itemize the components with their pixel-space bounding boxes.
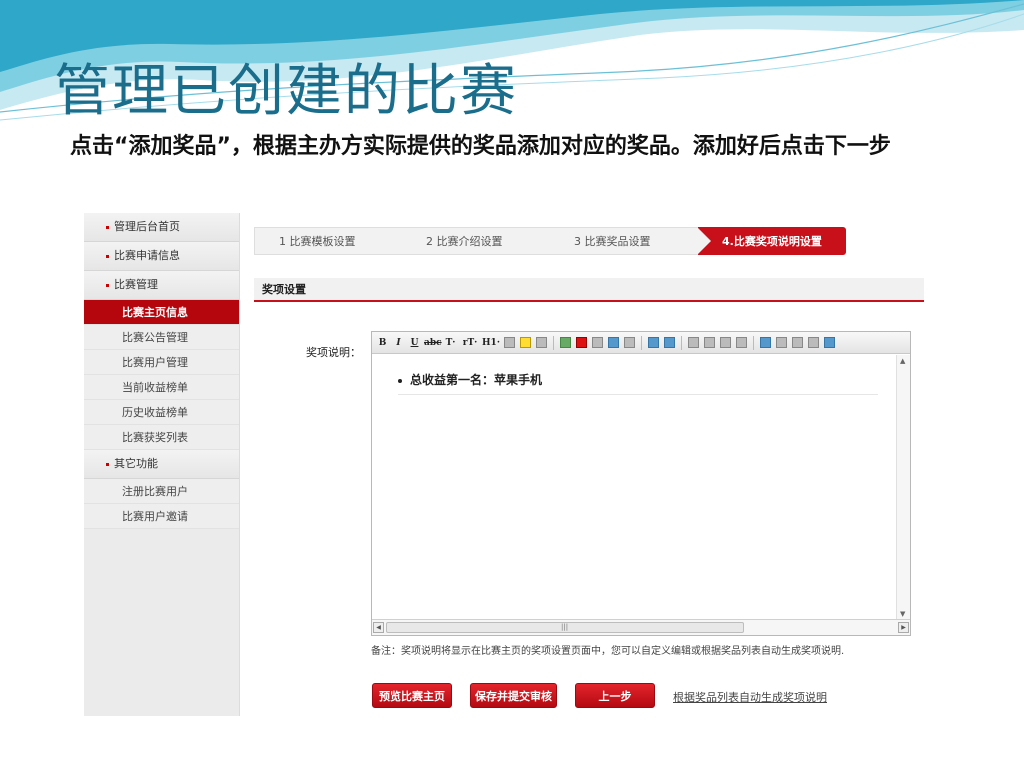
sidebar-item-user-management[interactable]: 比赛用户管理	[84, 350, 239, 375]
cut-icon[interactable]	[760, 337, 771, 348]
unlink-icon[interactable]	[608, 337, 619, 348]
sidebar-item-history-ranking[interactable]: 历史收益榜单	[84, 400, 239, 425]
flash-icon[interactable]	[576, 337, 587, 348]
horizontal-rule-icon[interactable]	[624, 337, 635, 348]
sidebar-item-other-functions[interactable]: 其它功能	[84, 450, 239, 479]
scrollbar-thumb[interactable]: |||	[386, 622, 744, 633]
redo-icon[interactable]	[664, 337, 675, 348]
link-icon[interactable]	[592, 337, 603, 348]
clear-format-icon[interactable]	[536, 337, 547, 348]
sidebar-item-application-info[interactable]: 比赛申请信息	[84, 242, 239, 271]
step-intro-settings[interactable]: 2 比赛介绍设置	[402, 227, 563, 255]
scroll-left-icon[interactable]: ◀	[373, 622, 384, 633]
font-family-icon[interactable]: T·	[443, 336, 458, 350]
editor-toolbar: B I U abc T· rT· H1·	[372, 332, 910, 354]
sidebar-item-announcements[interactable]: 比赛公告管理	[84, 325, 239, 350]
toolbar-divider	[753, 335, 754, 350]
step-template-settings[interactable]: 1 比赛模板设置	[254, 227, 415, 255]
ordered-list-icon[interactable]	[704, 337, 715, 348]
bullet-icon	[398, 378, 402, 383]
font-size-icon[interactable]: rT·	[461, 336, 479, 350]
image-icon[interactable]	[560, 337, 571, 348]
sidebar-item-contest-management[interactable]: 比赛管理	[84, 271, 239, 300]
indent-icon[interactable]	[736, 337, 747, 348]
print-icon[interactable]	[808, 337, 819, 348]
sidebar-item-current-ranking[interactable]: 当前收益榜单	[84, 375, 239, 400]
award-description-note: 备注：奖项说明将显示在比赛主页的奖项设置页面中，您可以自定义编辑或根据奖品列表自…	[371, 646, 845, 657]
underline-icon[interactable]: U	[408, 336, 421, 350]
highlight-icon[interactable]	[520, 337, 531, 348]
undo-icon[interactable]	[648, 337, 659, 348]
slide-title: 管理已创建的比赛	[54, 59, 518, 124]
source-code-icon[interactable]	[824, 337, 835, 348]
section-title: 奖项设置	[254, 278, 924, 302]
sidebar-item-homepage-info[interactable]: 比赛主页信息	[84, 300, 239, 325]
sidebar-item-register-user[interactable]: 注册比赛用户	[84, 479, 239, 504]
previous-step-button[interactable]: 上一步	[575, 683, 655, 708]
outdent-icon[interactable]	[720, 337, 731, 348]
award-description-editor[interactable]: B I U abc T· rT· H1· 总收益第一名：苹果手机 ▲ ▼ ◀ |…	[371, 331, 911, 636]
scroll-up-icon[interactable]: ▲	[900, 357, 905, 365]
sidebar-item-admin-home[interactable]: 管理后台首页	[84, 213, 239, 242]
award-description-label: 奖项说明：	[306, 346, 361, 359]
slide-instruction: 点击“添加奖品”，根据主办方实际提供的奖品添加对应的奖品。添加好后点击下一步	[70, 134, 891, 159]
step-prize-settings[interactable]: 3 比赛奖品设置	[550, 227, 711, 255]
list-item: 总收益第一名：苹果手机	[398, 371, 878, 395]
auto-generate-link[interactable]: 根据奖品列表自动生成奖项说明	[673, 689, 827, 705]
bold-icon[interactable]: B	[376, 336, 389, 350]
grip-icon: |||	[561, 623, 569, 631]
copy-icon[interactable]	[776, 337, 787, 348]
step-award-description[interactable]: 4.比赛奖项说明设置	[698, 227, 846, 255]
save-submit-button[interactable]: 保存并提交审核	[470, 683, 557, 708]
horizontal-scrollbar[interactable]: ◀ ||| ▶	[372, 619, 910, 635]
editor-content-area[interactable]: 总收益第一名：苹果手机	[372, 355, 896, 620]
vertical-scrollbar[interactable]: ▲ ▼	[896, 355, 910, 620]
strikethrough-icon[interactable]: abc	[424, 336, 442, 350]
toolbar-divider	[553, 335, 554, 350]
scroll-right-icon[interactable]: ▶	[898, 622, 909, 633]
italic-icon[interactable]: I	[392, 336, 405, 350]
heading-icon[interactable]: H1·	[482, 336, 500, 350]
wizard-steps: 1 比赛模板设置 2 比赛介绍设置 3 比赛奖品设置 4.比赛奖项说明设置	[254, 227, 846, 255]
text-color-icon[interactable]	[504, 337, 515, 348]
scroll-down-icon[interactable]: ▼	[900, 610, 905, 618]
preview-homepage-button[interactable]: 预览比赛主页	[372, 683, 452, 708]
unordered-list-icon[interactable]	[688, 337, 699, 348]
paste-icon[interactable]	[792, 337, 803, 348]
sidebar-item-invite-user[interactable]: 比赛用户邀请	[84, 504, 239, 529]
toolbar-divider	[641, 335, 642, 350]
admin-screenshot: 管理后台首页 比赛申请信息 比赛管理 比赛主页信息 比赛公告管理 比赛用户管理 …	[84, 213, 924, 716]
toolbar-divider	[681, 335, 682, 350]
sidebar: 管理后台首页 比赛申请信息 比赛管理 比赛主页信息 比赛公告管理 比赛用户管理 …	[84, 213, 240, 716]
sidebar-item-winners-list[interactable]: 比赛获奖列表	[84, 425, 239, 450]
